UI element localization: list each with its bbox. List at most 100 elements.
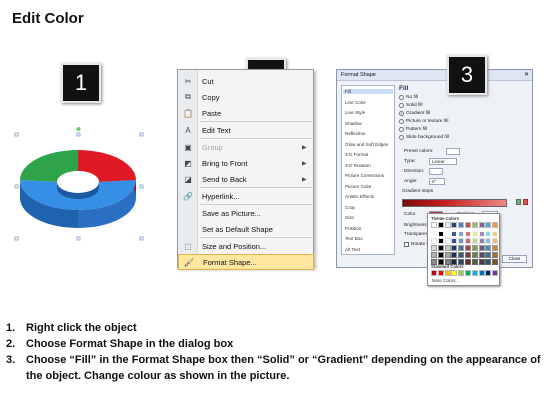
menu-item-send-to-back[interactable]: ◪ Send to Back ▶ — [178, 171, 314, 187]
fill-option-pattern-fill[interactable]: Pattern fill — [399, 127, 427, 132]
theme-color-swatch[interactable] — [451, 231, 458, 237]
theme-color-swatch[interactable] — [458, 252, 465, 258]
nav-item-fill[interactable]: Fill — [343, 89, 393, 94]
menu-item-paste[interactable]: 📋 Paste — [178, 105, 314, 121]
theme-color-swatch[interactable] — [492, 259, 499, 265]
standard-color-swatch[interactable] — [444, 270, 451, 276]
nav-item-picture-color[interactable]: Picture Color — [345, 184, 372, 189]
theme-color-swatch[interactable] — [451, 252, 458, 258]
theme-color-swatch[interactable] — [451, 245, 458, 251]
theme-color-swatch[interactable] — [485, 231, 492, 237]
theme-color-swatch[interactable] — [437, 252, 444, 258]
theme-color-swatch[interactable] — [492, 222, 499, 228]
theme-color-swatch[interactable] — [444, 238, 451, 244]
theme-color-swatch[interactable] — [444, 231, 451, 237]
standard-color-swatch[interactable] — [458, 270, 465, 276]
theme-color-swatch[interactable] — [492, 238, 499, 244]
menu-item-bring-to-front[interactable]: ◩ Bring to Front ▶ — [178, 155, 314, 171]
theme-color-swatch[interactable] — [465, 231, 471, 237]
standard-color-swatch[interactable] — [437, 270, 444, 276]
theme-color-swatch[interactable] — [431, 222, 437, 228]
theme-color-swatch[interactable] — [478, 238, 485, 244]
menu-item-copy[interactable]: ⧉ Copy — [178, 89, 314, 105]
theme-color-swatch[interactable] — [451, 222, 458, 228]
standard-color-swatch[interactable] — [431, 270, 437, 276]
theme-color-swatch[interactable] — [471, 231, 478, 237]
fill-option-slide-background-fill[interactable]: Slide background fill — [399, 135, 449, 140]
theme-color-swatch[interactable] — [437, 245, 444, 251]
theme-color-swatch[interactable] — [485, 245, 492, 251]
theme-color-swatch[interactable] — [478, 252, 485, 258]
theme-color-swatch[interactable] — [437, 238, 444, 244]
menu-item-hyperlink[interactable]: 🔗 Hyperlink... — [178, 188, 314, 204]
theme-color-swatch[interactable] — [458, 222, 465, 228]
theme-color-swatch[interactable] — [458, 238, 465, 244]
theme-color-swatch[interactable] — [478, 222, 485, 228]
ring-chart-graphic[interactable] — [12, 125, 147, 250]
theme-color-swatch[interactable] — [485, 252, 492, 258]
theme-color-swatch[interactable] — [492, 245, 499, 251]
nav-item-size[interactable]: Size — [345, 215, 354, 220]
remove-stop-icon[interactable] — [523, 199, 528, 205]
nav-item-artistic-effects[interactable]: Artistic Effects — [345, 194, 374, 199]
standard-color-swatch[interactable] — [465, 270, 471, 276]
standard-color-swatch[interactable] — [485, 270, 492, 276]
standard-color-swatch[interactable] — [478, 270, 485, 276]
nav-item-text-box[interactable]: Text Box — [345, 236, 363, 241]
theme-color-swatch[interactable] — [492, 231, 499, 237]
more-colors-link[interactable]: More Colors... — [432, 278, 459, 283]
nav-item-3-d-rotation[interactable]: 3-D Rotation — [345, 163, 371, 168]
theme-color-swatch[interactable] — [451, 238, 458, 244]
nav-item-reflection[interactable]: Reflection — [345, 131, 365, 136]
theme-color-swatch[interactable] — [471, 245, 478, 251]
theme-color-swatch[interactable] — [437, 231, 444, 237]
nav-item-position[interactable]: Position — [345, 226, 361, 231]
theme-color-swatch[interactable] — [478, 231, 485, 237]
theme-color-swatch[interactable] — [431, 238, 437, 244]
theme-color-swatch[interactable] — [478, 259, 485, 265]
menu-item-edit-text[interactable]: A Edit Text — [178, 122, 314, 138]
theme-color-swatch[interactable] — [431, 231, 437, 237]
angle-input[interactable]: 0° — [429, 178, 445, 185]
standard-color-swatch[interactable] — [492, 270, 499, 276]
fill-option-gradient-fill[interactable]: Gradient fill — [399, 111, 430, 116]
ring-shape[interactable] — [12, 125, 147, 250]
theme-color-swatch[interactable] — [485, 238, 492, 244]
nav-item-picture-corrections[interactable]: Picture Corrections — [345, 173, 384, 178]
theme-color-swatch[interactable] — [465, 238, 471, 244]
theme-color-swatch[interactable] — [471, 238, 478, 244]
standard-color-swatch[interactable] — [451, 270, 458, 276]
theme-color-swatch[interactable] — [444, 245, 451, 251]
theme-color-swatch[interactable] — [471, 259, 478, 265]
theme-color-swatch[interactable] — [465, 259, 471, 265]
menu-item-group[interactable]: ▣ Group ▶ — [178, 139, 314, 155]
nav-item-line-style[interactable]: Line Style — [345, 110, 365, 115]
menu-item-cut[interactable]: ✂ Cut — [178, 73, 314, 89]
add-stop-icon[interactable] — [516, 199, 521, 205]
theme-color-swatch[interactable] — [431, 245, 437, 251]
theme-color-swatch[interactable] — [492, 252, 499, 258]
fill-option-picture-or-texture-fill[interactable]: Picture or texture fill — [399, 119, 448, 124]
menu-item-size-and-position[interactable]: ⬚ Size and Position... — [178, 238, 314, 254]
type-dropdown[interactable]: Linear — [429, 158, 457, 165]
nav-item-3-d-format[interactable]: 3-D Format — [345, 152, 368, 157]
gradient-stops-bar[interactable] — [402, 199, 507, 207]
fill-option-no-fill[interactable]: No fill — [399, 95, 418, 100]
preset-colors-dropdown[interactable] — [446, 148, 460, 155]
nav-item-crop[interactable]: Crop — [345, 205, 355, 210]
standard-color-swatch[interactable] — [471, 270, 478, 276]
theme-color-swatch[interactable] — [485, 259, 492, 265]
theme-color-swatch[interactable] — [465, 245, 471, 251]
menu-item-save-as-picture[interactable]: Save as Picture... — [178, 205, 314, 221]
menu-item-set-as-default-shape[interactable]: Set as Default Shape — [178, 221, 314, 237]
theme-color-swatch[interactable] — [458, 245, 465, 251]
nav-item-alt-text[interactable]: Alt Text — [345, 247, 360, 252]
fill-option-solid-fill[interactable]: Solid fill — [399, 103, 423, 108]
theme-color-swatch[interactable] — [485, 222, 492, 228]
close-button[interactable]: Close — [502, 255, 527, 263]
theme-color-swatch[interactable] — [478, 245, 485, 251]
theme-color-swatch[interactable] — [471, 252, 478, 258]
theme-color-swatch[interactable] — [465, 252, 471, 258]
nav-item-glow-and-soft-edges[interactable]: Glow and Soft Edges — [345, 142, 388, 147]
theme-color-swatch[interactable] — [444, 222, 451, 228]
